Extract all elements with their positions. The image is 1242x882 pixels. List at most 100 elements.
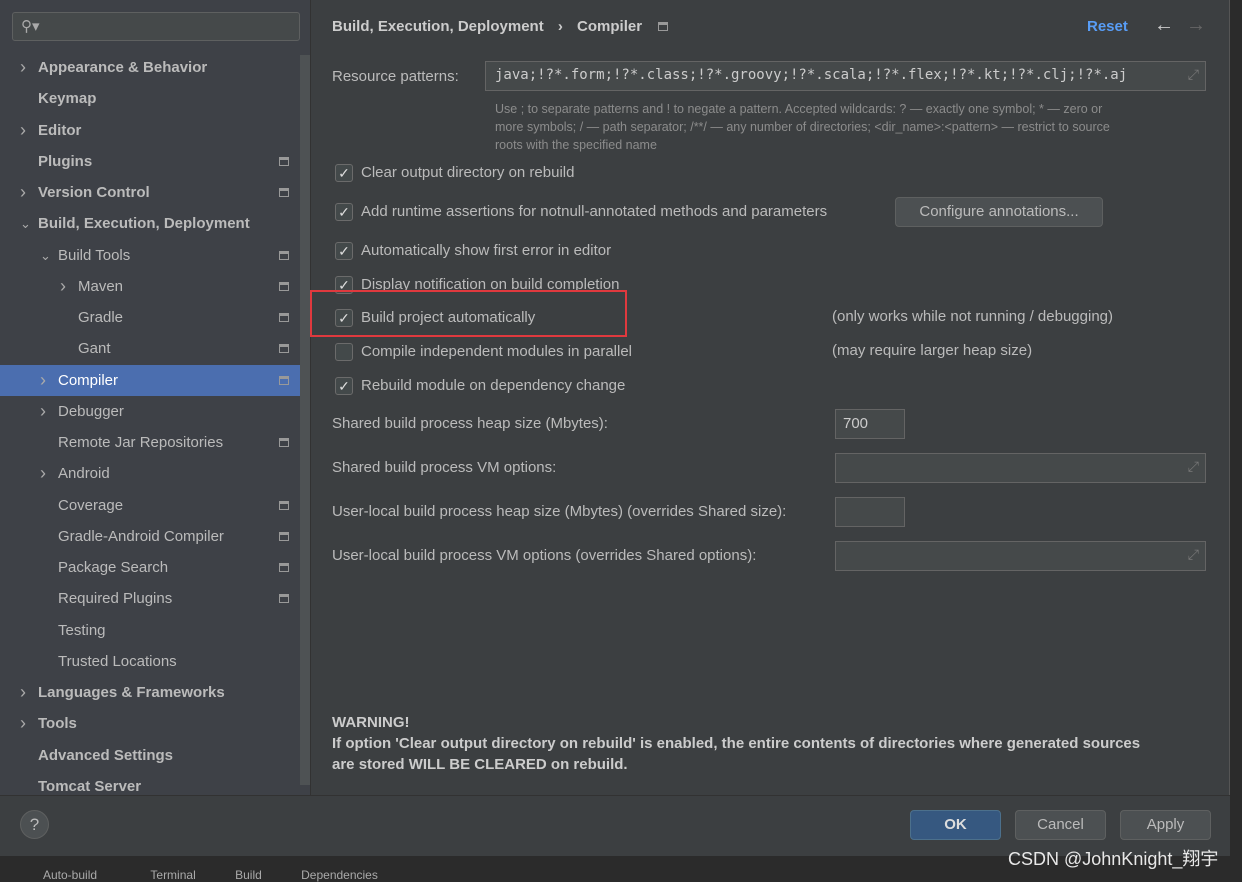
apply-button[interactable]: Apply (1120, 810, 1211, 840)
local-vm-options-input[interactable]: ⤢ (835, 541, 1206, 571)
taskbar-dependencies[interactable]: Dependencies (301, 868, 378, 882)
sidebar-item[interactable]: Testing (0, 615, 300, 646)
expand-icon[interactable]: ⤢ (1188, 546, 1199, 563)
chevron-right-icon[interactable]: › (20, 708, 26, 739)
sidebar-item[interactable]: › Maven (0, 271, 300, 302)
expand-icon[interactable]: ⤢ (1188, 66, 1199, 83)
sidebar-item[interactable]: Coverage (0, 490, 300, 521)
option-label[interactable]: Rebuild module on dependency change (361, 377, 625, 394)
sidebar-item-label: Tools (38, 715, 77, 733)
heap-size-label: Shared build process heap size (Mbytes): (332, 415, 608, 432)
project-scope-icon (279, 188, 289, 197)
sidebar-item[interactable]: Gant (0, 333, 300, 364)
sidebar-item[interactable]: › Compiler (0, 364, 310, 396)
sidebar-item-label: Advanced Settings (38, 746, 174, 764)
resource-patterns-value: java;!?*.form;!?*.class;!?*.groovy;!?*.s… (495, 67, 1128, 83)
chevron-down-icon[interactable]: ⌄ (40, 240, 51, 271)
option-note: (may require larger heap size) (832, 342, 1033, 359)
sidebar-item[interactable]: Gradle (0, 302, 300, 333)
sidebar-scrollbar[interactable] (300, 55, 310, 785)
resource-patterns-help: Use ; to separate patterns and ! to nega… (495, 100, 1110, 154)
chevron-right-icon[interactable]: › (40, 365, 46, 396)
sidebar-item-label: Languages & Frameworks (38, 684, 225, 701)
sidebar-item[interactable]: › Editor (0, 115, 300, 146)
option-label[interactable]: Compile independent modules in parallel (361, 343, 632, 360)
sidebar-item-label: Plugins (38, 152, 93, 170)
project-scope-icon (279, 500, 289, 510)
checkbox[interactable] (335, 343, 353, 361)
vm-options-input[interactable]: ⤢ (835, 453, 1206, 483)
warning-text: WARNING! If option 'Clear output directo… (332, 712, 1140, 775)
breadcrumb-current: Compiler (577, 18, 643, 35)
settings-search-input[interactable]: ⚲▾ (12, 12, 300, 41)
local-vm-options-label: User-local build process VM options (ove… (332, 547, 757, 564)
sidebar-item[interactable]: Remote Jar Repositories (0, 427, 300, 458)
sidebar-item[interactable]: ⌄ Build Tools (0, 240, 300, 271)
chevron-right-icon[interactable]: › (40, 458, 46, 489)
checkbox[interactable]: ✓ (335, 203, 353, 221)
sidebar-item-label: Trusted Locations (58, 652, 177, 670)
chevron-right-icon[interactable]: › (60, 271, 66, 302)
taskbar: Auto-build Terminal Build Dependencies (25, 868, 378, 882)
configure-annotations-button[interactable]: Configure annotations... (895, 197, 1103, 227)
sidebar-item-label: Build Tools (58, 246, 131, 264)
sidebar-item[interactable]: Keymap (0, 83, 300, 114)
sidebar-item[interactable]: ⌄ Build, Execution, Deployment (0, 208, 300, 239)
breadcrumb-separator: › (557, 18, 563, 35)
resource-patterns-input[interactable]: java;!?*.form;!?*.class;!?*.groovy;!?*.s… (485, 61, 1206, 91)
breadcrumb: Build, Execution, Deployment › Compiler (332, 18, 669, 35)
heap-size-input[interactable]: 700 (835, 409, 905, 439)
chevron-right-icon[interactable]: › (20, 115, 26, 146)
compiler-panel: Build, Execution, Deployment › Compiler … (310, 0, 1230, 795)
local-heap-size-input[interactable] (835, 497, 905, 527)
sidebar-item[interactable]: Gradle-Android Compiler (0, 521, 300, 552)
warning-line: are stored WILL BE CLEARED on rebuild. (332, 756, 628, 773)
ok-button[interactable]: OK (910, 810, 1001, 840)
sidebar-item[interactable]: Trusted Locations (0, 646, 300, 677)
sidebar-item-label: Keymap (38, 90, 97, 108)
chevron-right-icon[interactable]: › (20, 177, 26, 208)
sidebar-item[interactable]: › Debugger (0, 396, 300, 427)
project-scope-icon (658, 22, 669, 31)
sidebar-item[interactable]: › Tools (0, 708, 300, 739)
sidebar-item[interactable]: Required Plugins (0, 583, 300, 614)
option-label[interactable]: Clear output directory on rebuild (361, 164, 574, 181)
sidebar-item[interactable]: Advanced Settings (0, 740, 300, 771)
chevron-right-icon[interactable]: › (40, 396, 46, 427)
heap-size-value: 700 (843, 415, 869, 432)
help-line: roots with the specified name (495, 138, 657, 152)
taskbar-terminal[interactable]: Terminal (150, 868, 195, 882)
project-scope-icon (279, 563, 289, 572)
warning-title: WARNING! (332, 714, 410, 731)
sidebar-item[interactable]: Plugins (0, 146, 300, 177)
chevron-down-icon[interactable]: ⌄ (20, 208, 31, 239)
taskbar-build[interactable]: Build (235, 868, 262, 882)
sidebar-item[interactable]: › Android (0, 458, 300, 489)
sidebar-item-label: Remote Jar Repositories (58, 434, 224, 451)
reset-link[interactable]: Reset (1087, 18, 1128, 35)
sidebar-item-label: Version Control (38, 184, 150, 201)
sidebar-item[interactable]: › Version Control (0, 177, 300, 208)
chevron-right-icon[interactable]: › (20, 677, 26, 708)
project-scope-icon (279, 438, 289, 447)
sidebar-item-label: Maven (78, 277, 124, 295)
back-arrow-icon[interactable]: ← (1154, 14, 1174, 37)
checkbox[interactable]: ✓ (335, 242, 353, 260)
option-label[interactable]: Automatically show first error in editor (361, 242, 611, 259)
project-scope-icon (279, 156, 289, 166)
forward-arrow-icon[interactable]: → (1186, 14, 1206, 37)
sidebar-item[interactable]: › Languages & Frameworks (0, 677, 300, 708)
chevron-right-icon[interactable]: › (20, 52, 26, 83)
project-scope-icon (279, 375, 289, 385)
sidebar-item[interactable]: Package Search (0, 552, 300, 583)
expand-icon[interactable]: ⤢ (1188, 458, 1199, 475)
cancel-button[interactable]: Cancel (1015, 810, 1106, 840)
help-line: more symbols; / — path separator; /**/ —… (495, 120, 1110, 134)
taskbar-auto-build[interactable]: Auto-build (43, 868, 97, 882)
sidebar-item[interactable]: › Appearance & Behavior (0, 52, 300, 83)
help-button[interactable]: ? (20, 810, 49, 839)
option-label[interactable]: Add runtime assertions for notnull-annot… (361, 203, 827, 220)
checkbox[interactable]: ✓ (335, 164, 353, 182)
checkbox[interactable]: ✓ (335, 377, 353, 395)
breadcrumb-parent[interactable]: Build, Execution, Deployment (332, 18, 544, 35)
